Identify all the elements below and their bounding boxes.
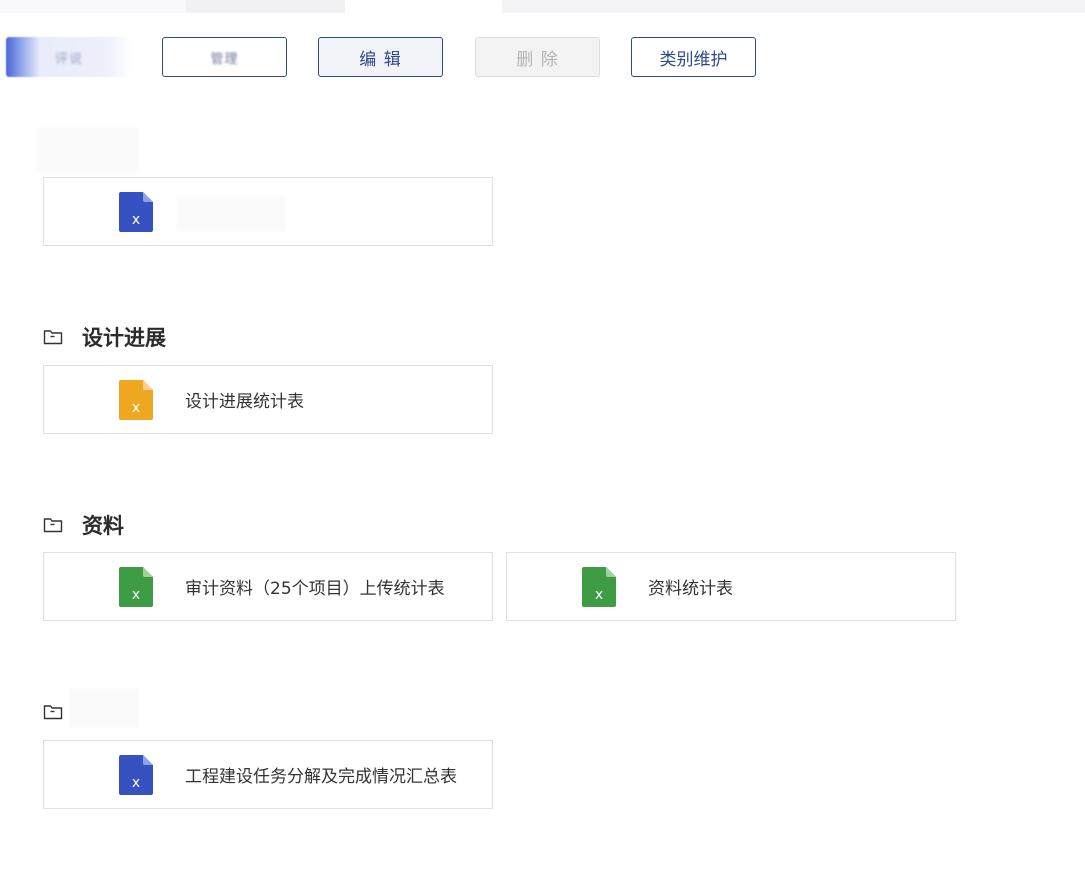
file-card[interactable]: x 审计资料（25个项目）上传统计表 <box>43 552 493 621</box>
edit-button-label: 编 辑 <box>359 49 402 70</box>
edit-button[interactable]: 编 辑 <box>318 37 443 77</box>
category-maintenance-button[interactable]: 类别维护 <box>631 37 756 77</box>
blurred-primary-button[interactable]: 评说 <box>6 37 132 77</box>
top-tab-strip <box>0 0 1085 13</box>
file-card[interactable]: x 工程建设任务分解及完成情况汇总表 <box>43 740 493 809</box>
section-title: 设计进展 <box>82 326 166 350</box>
file-name: 资料统计表 <box>648 579 733 599</box>
folder-icon <box>43 705 63 720</box>
tab-segment-active[interactable] <box>345 0 502 13</box>
file-name: 设计进展统计表 <box>185 392 304 412</box>
tab-segment[interactable] <box>186 0 345 13</box>
svg-text:x: x <box>132 212 140 228</box>
file-name: 工程建设任务分解及完成情况汇总表 <box>185 767 457 787</box>
tab-strip-filler <box>502 0 1085 13</box>
file-card[interactable]: x <box>43 177 493 246</box>
blurred-primary-button-label: 评说 <box>54 51 83 67</box>
section-title: 资料 <box>82 514 124 538</box>
excel-file-icon: x <box>582 567 616 607</box>
blurred-secondary-button[interactable]: 管理 <box>162 37 287 77</box>
blurred-secondary-button-label: 管理 <box>210 51 239 67</box>
svg-text:x: x <box>132 775 140 791</box>
folder-icon <box>43 330 63 345</box>
excel-file-icon: x <box>119 755 153 795</box>
svg-text:x: x <box>132 587 140 603</box>
section-header: 资料 <box>43 511 124 539</box>
blurred-section-title <box>70 688 138 728</box>
excel-file-icon: x <box>119 567 153 607</box>
svg-text:x: x <box>132 400 140 416</box>
svg-text:x: x <box>595 587 603 603</box>
category-maintenance-button-label: 类别维护 <box>659 49 728 70</box>
section-header: 设计进展 <box>43 323 166 351</box>
excel-file-icon: x <box>119 192 153 232</box>
file-card[interactable]: x 资料统计表 <box>506 552 956 621</box>
tab-segment[interactable] <box>0 0 186 13</box>
delete-button-label: 删 除 <box>516 49 559 70</box>
folder-icon <box>43 518 63 533</box>
file-card[interactable]: x 设计进展统计表 <box>43 365 493 434</box>
excel-file-icon: x <box>119 380 153 420</box>
file-name: 审计资料（25个项目）上传统计表 <box>185 579 445 599</box>
blurred-section-header <box>36 127 138 173</box>
delete-button[interactable]: 删 除 <box>475 37 600 77</box>
blurred-file-name <box>176 196 286 232</box>
